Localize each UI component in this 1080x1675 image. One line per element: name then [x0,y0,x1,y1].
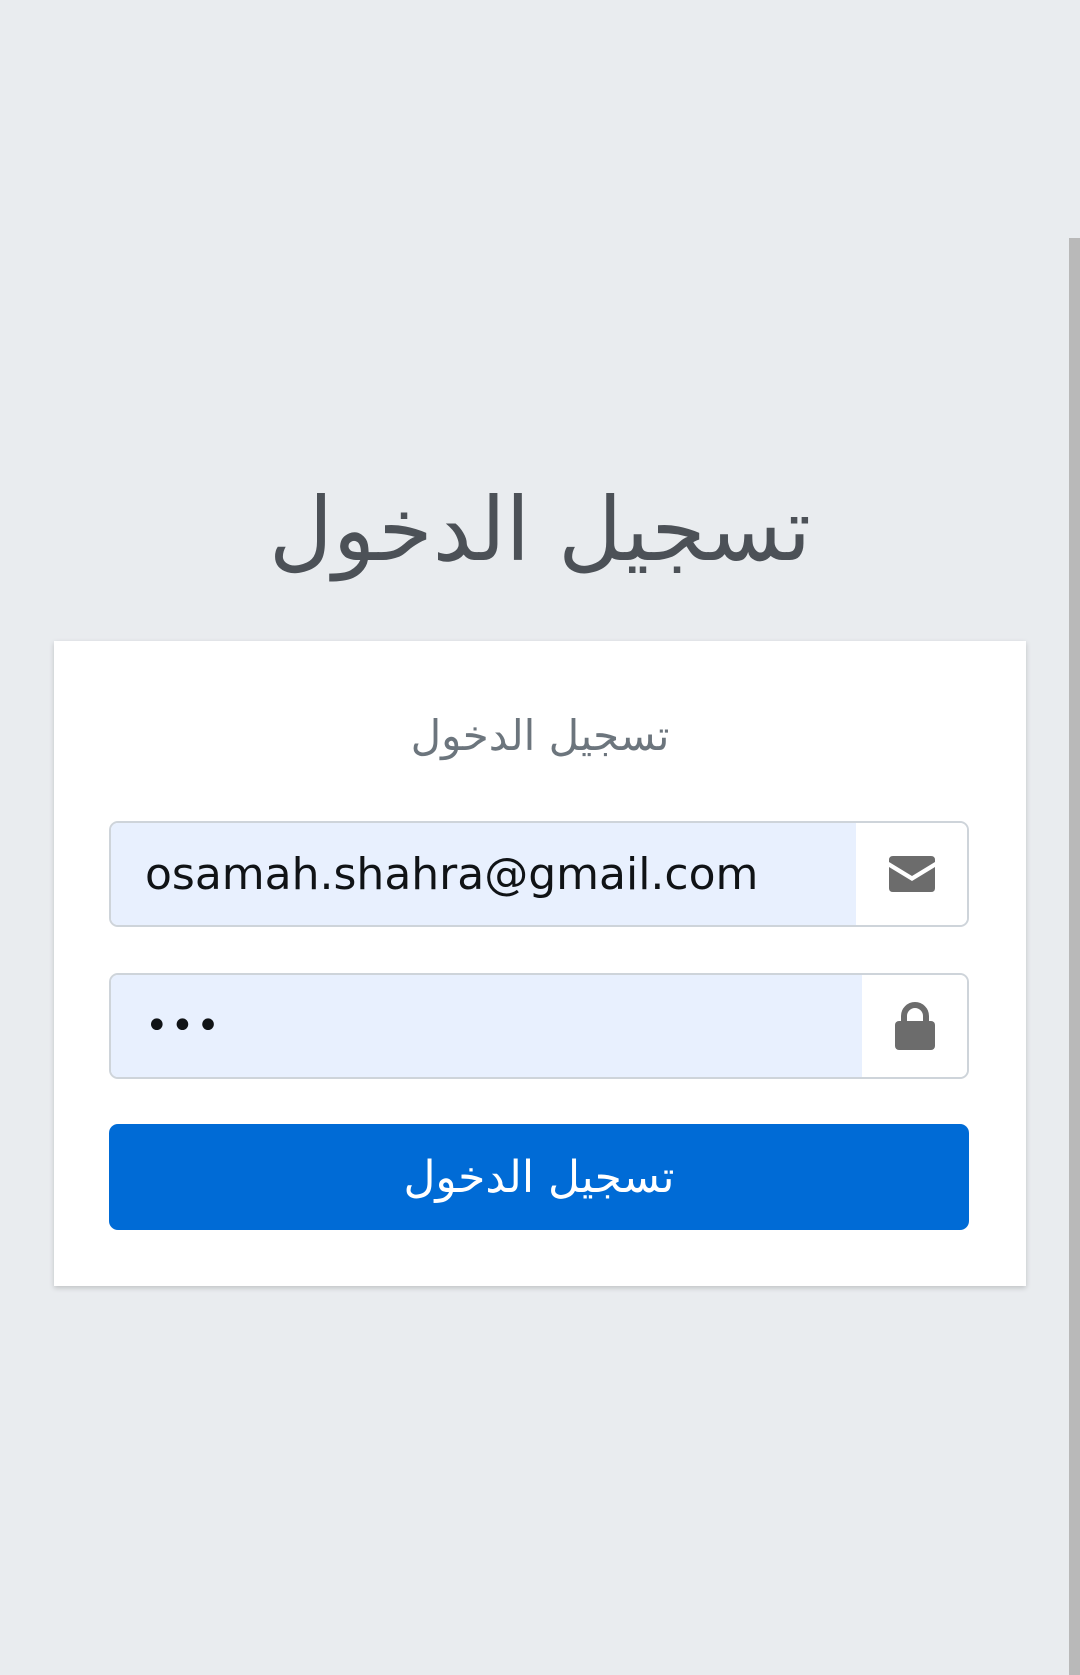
page-scrollbar[interactable] [1069,238,1080,1675]
email-input-group: osamah.shahra@gmail.com [109,821,969,927]
email-field[interactable]: osamah.shahra@gmail.com [111,823,858,925]
email-addon [856,823,967,925]
lock-icon [894,1002,935,1050]
card-title: تسجيل الدخول [410,711,670,760]
password-field[interactable]: ••• [111,975,864,1077]
password-addon [862,975,967,1077]
page-title: تسجيل الدخول [268,478,812,581]
password-input-group: ••• [109,973,969,1079]
envelope-icon [888,856,935,892]
login-submit-button[interactable]: تسجيل الدخول [109,1124,969,1230]
login-card: تسجيل الدخول osamah.shahra@gmail.com •••… [54,641,1026,1286]
